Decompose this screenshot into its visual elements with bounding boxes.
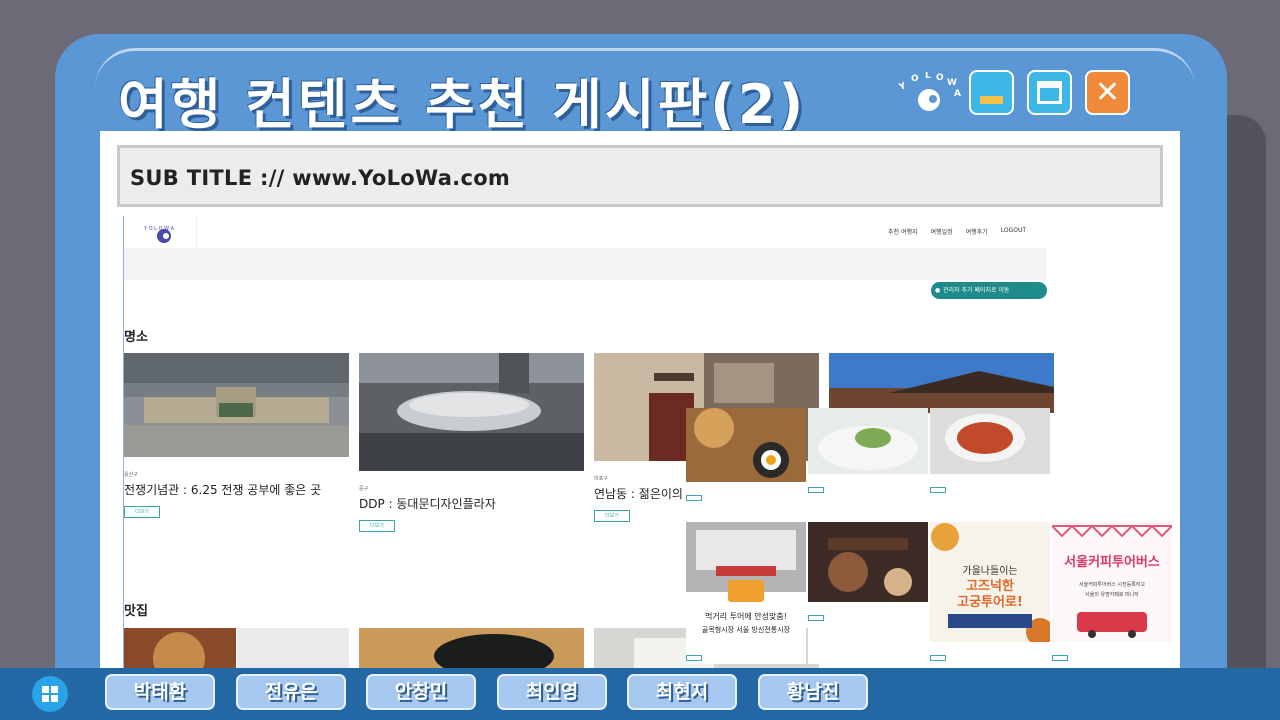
coffee-sub-1: 서울커피투어버스 시전등록하고: [1079, 581, 1145, 588]
food-image-pizza: [124, 628, 349, 668]
admin-page-button[interactable]: 관리자 추가 페이지로 이동: [931, 282, 1047, 299]
section-food-heading: 맛집: [124, 604, 148, 619]
nav-separator: [196, 216, 197, 248]
thumb-tag: [686, 655, 702, 661]
site-logo: Y O L O W A: [143, 226, 175, 243]
place-image-war-memorial: [124, 353, 349, 457]
market-text-2: 골목형시장 서울 방신전통시장: [702, 625, 791, 634]
svg-text:W: W: [947, 78, 957, 88]
thumb-card[interactable]: [808, 522, 928, 664]
thumb-image-coffee-bus: 서울커피투어버스 서울커피투어버스 시전등록하고 서울의 유명카페로 떠나자: [1052, 522, 1172, 642]
more-button[interactable]: 더보기: [359, 520, 395, 532]
autumn-text-3: 고궁투어로!: [957, 594, 1023, 610]
place-image-ddp: [359, 353, 584, 471]
thumb-image-market: 먹거리 투어에 안성맞춤! 골목형시장 서울 방신전통시장: [686, 522, 806, 642]
taskbar-button-3[interactable]: 안창민: [366, 674, 476, 710]
nav-menu: 추천 여행지 여행일정 여행후기 LOGOUT: [888, 227, 1026, 236]
place-card[interactable]: 용산구 전쟁기념관 : 6.25 전쟁 공부에 좋은 곳 더보기: [124, 353, 349, 518]
thumb-image-autumn-banner: 가을나들이는 고즈넉한 고궁투어로!: [930, 522, 1050, 646]
subtitle-bar: SUB TITLE :// www.YoLoWa.com: [117, 145, 1163, 207]
thumb-card[interactable]: 먹거리 투어에 안성맞춤! 골목형시장 서울 방신전통시장: [686, 522, 806, 664]
nav-item-review[interactable]: 여행후기: [966, 227, 988, 236]
taskbar-button-5[interactable]: 최현지: [627, 674, 737, 710]
windows-start-icon[interactable]: [32, 676, 68, 712]
thumb-image-stew: [930, 408, 1050, 474]
place-location: 용산구: [124, 472, 138, 478]
place-name: DDP : 동대문디자인플라자: [359, 497, 496, 511]
nav-item-schedule[interactable]: 여행일정: [931, 227, 953, 236]
nav-item-logout[interactable]: LOGOUT: [1001, 227, 1026, 236]
place-image-hanok: [829, 353, 1054, 413]
section-places-heading: 명소: [124, 330, 148, 345]
more-button[interactable]: 더보기: [594, 510, 630, 522]
thumb-card[interactable]: [808, 408, 928, 518]
thumb-card[interactable]: [686, 408, 806, 518]
minimize-button[interactable]: [969, 70, 1014, 115]
place-name: 전쟁기념관 : 6.25 전쟁 공부에 좋은 곳: [124, 483, 322, 497]
coffee-title: 서울커피투어버스: [1064, 554, 1160, 570]
thumb-card[interactable]: [930, 408, 1050, 518]
thumb-card[interactable]: 가을나들이는 고즈넉한 고궁투어로!: [930, 522, 1050, 664]
coffee-sub-2: 서울의 유명카페로 떠나자: [1085, 591, 1139, 598]
thumb-tag: [1052, 655, 1068, 661]
svg-text:A: A: [954, 89, 961, 99]
more-button[interactable]: 더보기: [124, 506, 160, 518]
yolowa-logo: Y O L O W A: [897, 72, 961, 111]
close-button[interactable]: ✕: [1085, 70, 1130, 115]
thumb-tag: [930, 487, 946, 493]
taskbar-button-1[interactable]: 박태환: [105, 674, 215, 710]
thumb-image-food: [686, 408, 806, 482]
site-nav: Y O L O W A 추천 여행지 여행일정 여행후기 LOGOUT: [124, 216, 1046, 248]
thumb-image-dinner: [808, 522, 928, 602]
thumb-tag: [686, 495, 702, 501]
site-banner: [124, 248, 1046, 280]
thumb-tag: [808, 615, 824, 621]
autumn-text-2: 고즈넉한: [966, 578, 1014, 594]
thumb-card[interactable]: 서울커피투어버스 서울커피투어버스 시전등록하고 서울의 유명카페로 떠나자: [1052, 522, 1172, 664]
taskbar: 박태환 전유은 안창민 최인영 최현지 황남진: [0, 668, 1280, 720]
place-location: 중구: [359, 486, 369, 492]
svg-text:Y: Y: [897, 81, 908, 93]
overlay-thumbnails: 먹거리 투어에 안성맞춤! 골목형시장 서울 방신전통시장 가을나들이는 고즈넉…: [686, 408, 1176, 668]
place-card[interactable]: 중구 DDP : 동대문디자인플라자 더보기: [359, 353, 584, 532]
subtitle-text: SUB TITLE :// www.YoLoWa.com: [130, 166, 511, 190]
market-text-1: 먹거리 투어에 안성맞춤!: [705, 611, 787, 621]
nav-item-recommend[interactable]: 추천 여행지: [888, 227, 918, 236]
maximize-button[interactable]: [1027, 70, 1072, 115]
taskbar-button-4[interactable]: 최인영: [497, 674, 607, 710]
taskbar-button-2[interactable]: 전유은: [236, 674, 346, 710]
svg-text:O: O: [936, 73, 944, 83]
svg-text:Y O L O W A: Y O L O W A: [143, 226, 175, 232]
thumb-image-soup: [808, 408, 928, 474]
thumb-tag: [930, 655, 946, 661]
close-icon: ✕: [1094, 75, 1121, 110]
thumb-tag: [808, 487, 824, 493]
taskbar-button-6[interactable]: 황남진: [758, 674, 868, 710]
svg-text:L: L: [925, 72, 931, 81]
svg-text:O: O: [911, 74, 919, 84]
food-image-soup: [359, 628, 584, 668]
autumn-text-1: 가을나들이는: [962, 565, 1017, 577]
window-title: 여행 컨텐츠 추천 게시판(2): [118, 73, 807, 136]
